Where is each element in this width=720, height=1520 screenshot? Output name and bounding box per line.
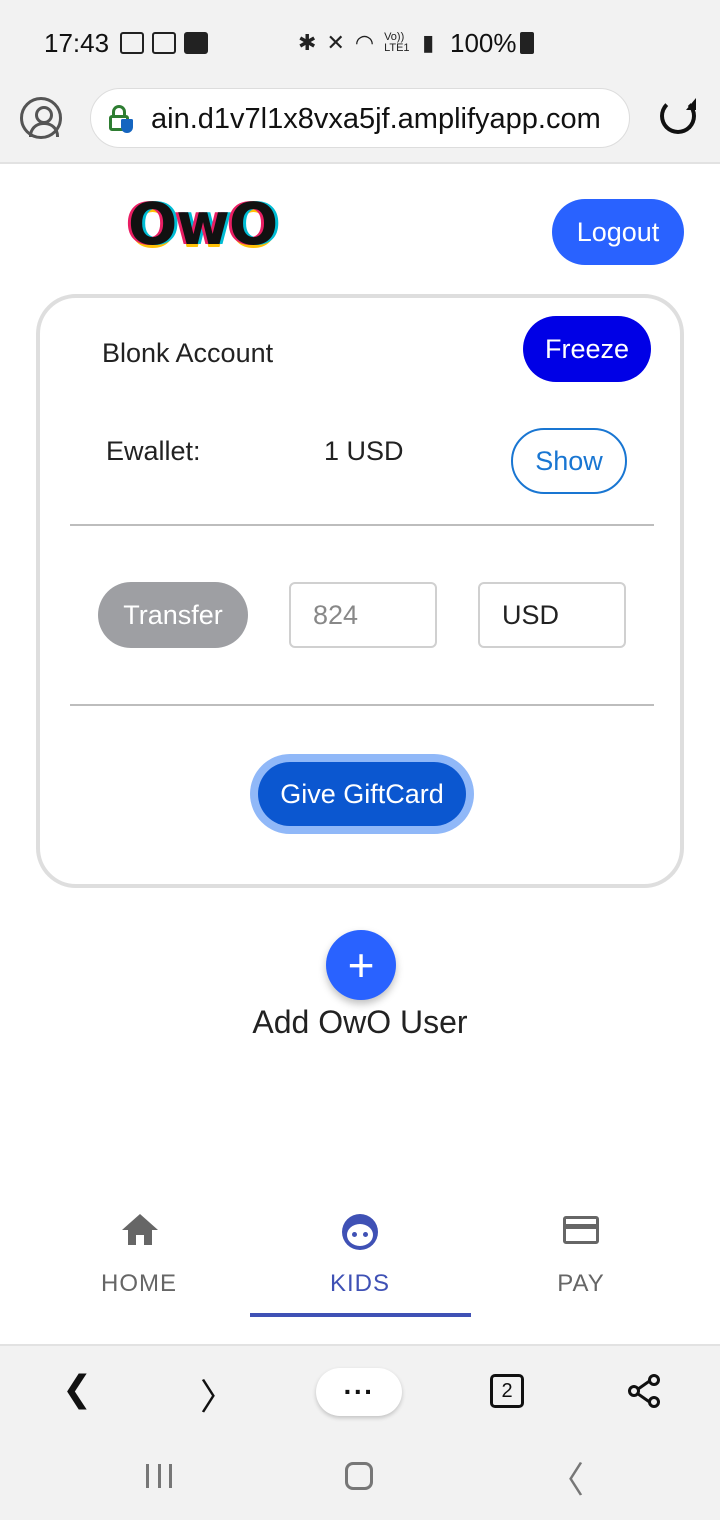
account-name: Blonk Account [102, 338, 274, 368]
recents-icon[interactable] [146, 1464, 172, 1488]
mute-icon: ✕ [326, 30, 345, 55]
nav-kids[interactable]: KIDS [249, 1196, 471, 1320]
url-bar[interactable]: ain.d1v7l1x8vxa5jf.amplifyapp.com [90, 88, 630, 148]
ewallet-label: Ewallet: [106, 436, 201, 466]
url-text[interactable]: ain.d1v7l1x8vxa5jf.amplifyapp.com [151, 103, 601, 136]
nav-home-label: HOME [101, 1270, 177, 1297]
browser-address-row: ain.d1v7l1x8vxa5jf.amplifyapp.com [0, 88, 720, 164]
notification-icons [120, 32, 208, 54]
nav-pay-label: PAY [557, 1270, 605, 1297]
signal-icon: ▮ [422, 30, 435, 55]
credit-card-icon [563, 1216, 599, 1244]
face-icon [342, 1214, 378, 1250]
system-navigation-bar: 〈 [0, 1436, 720, 1520]
nav-kids-label: KIDS [329, 1270, 390, 1297]
system-home-icon[interactable] [345, 1462, 373, 1490]
active-tab-indicator [250, 1313, 471, 1317]
lte-indicator: Vo)) LTE1 [384, 31, 410, 54]
logout-button[interactable]: Logout [552, 199, 684, 265]
transfer-amount-input[interactable] [289, 582, 437, 648]
nav-pay[interactable]: PAY [470, 1196, 692, 1320]
status-bar: 17:43 ✱ ✕ ◠ Vo)) LTE1 ▮ 100% [0, 0, 720, 88]
currency-field[interactable]: USD [478, 582, 626, 648]
share-icon[interactable] [628, 1374, 662, 1408]
show-button[interactable]: Show [511, 428, 627, 494]
nav-home[interactable]: HOME [28, 1196, 250, 1320]
sigma-icon [184, 32, 208, 54]
laptop-icon [120, 32, 144, 54]
menu-button[interactable]: ··· [316, 1368, 402, 1416]
battery-icon [520, 32, 534, 54]
back-icon[interactable]: ❮ [62, 1368, 92, 1410]
tabs-button[interactable]: 2 [490, 1374, 524, 1408]
app-logo: OwO [128, 190, 278, 258]
transfer-button[interactable]: Transfer [98, 582, 248, 648]
forward-icon[interactable]: 〉 [200, 1368, 236, 1420]
profile-icon[interactable] [20, 97, 62, 139]
status-time: 17:43 [44, 28, 110, 58]
add-user-label: Add OwO User [252, 1004, 468, 1040]
battery-percent: 100% [450, 28, 517, 58]
lock-icon[interactable] [109, 105, 133, 133]
reload-icon[interactable] [660, 98, 696, 134]
browser-toolbar: ❮ 〉 ··· 2 [0, 1344, 720, 1436]
add-user-button[interactable]: + [326, 930, 396, 1000]
divider [70, 704, 654, 706]
home-icon [122, 1214, 158, 1246]
bottom-navigation: HOME KIDS PAY [0, 1196, 720, 1320]
give-giftcard-button[interactable]: Give GiftCard [258, 762, 466, 826]
system-back-icon[interactable]: 〈 [548, 1462, 584, 1498]
bluetooth-icon: ✱ [298, 30, 317, 55]
account-card: Blonk Account Freeze Ewallet: 1 USD Show… [36, 294, 684, 888]
plus-icon: + [347, 939, 375, 991]
image-icon [152, 32, 176, 54]
ewallet-balance: 1 USD [324, 436, 404, 466]
freeze-button[interactable]: Freeze [523, 316, 651, 382]
wifi-icon: ◠ [354, 30, 375, 55]
system-icons: ✱ ✕ ◠ Vo)) LTE1 ▮ [298, 30, 434, 56]
divider [70, 524, 654, 526]
